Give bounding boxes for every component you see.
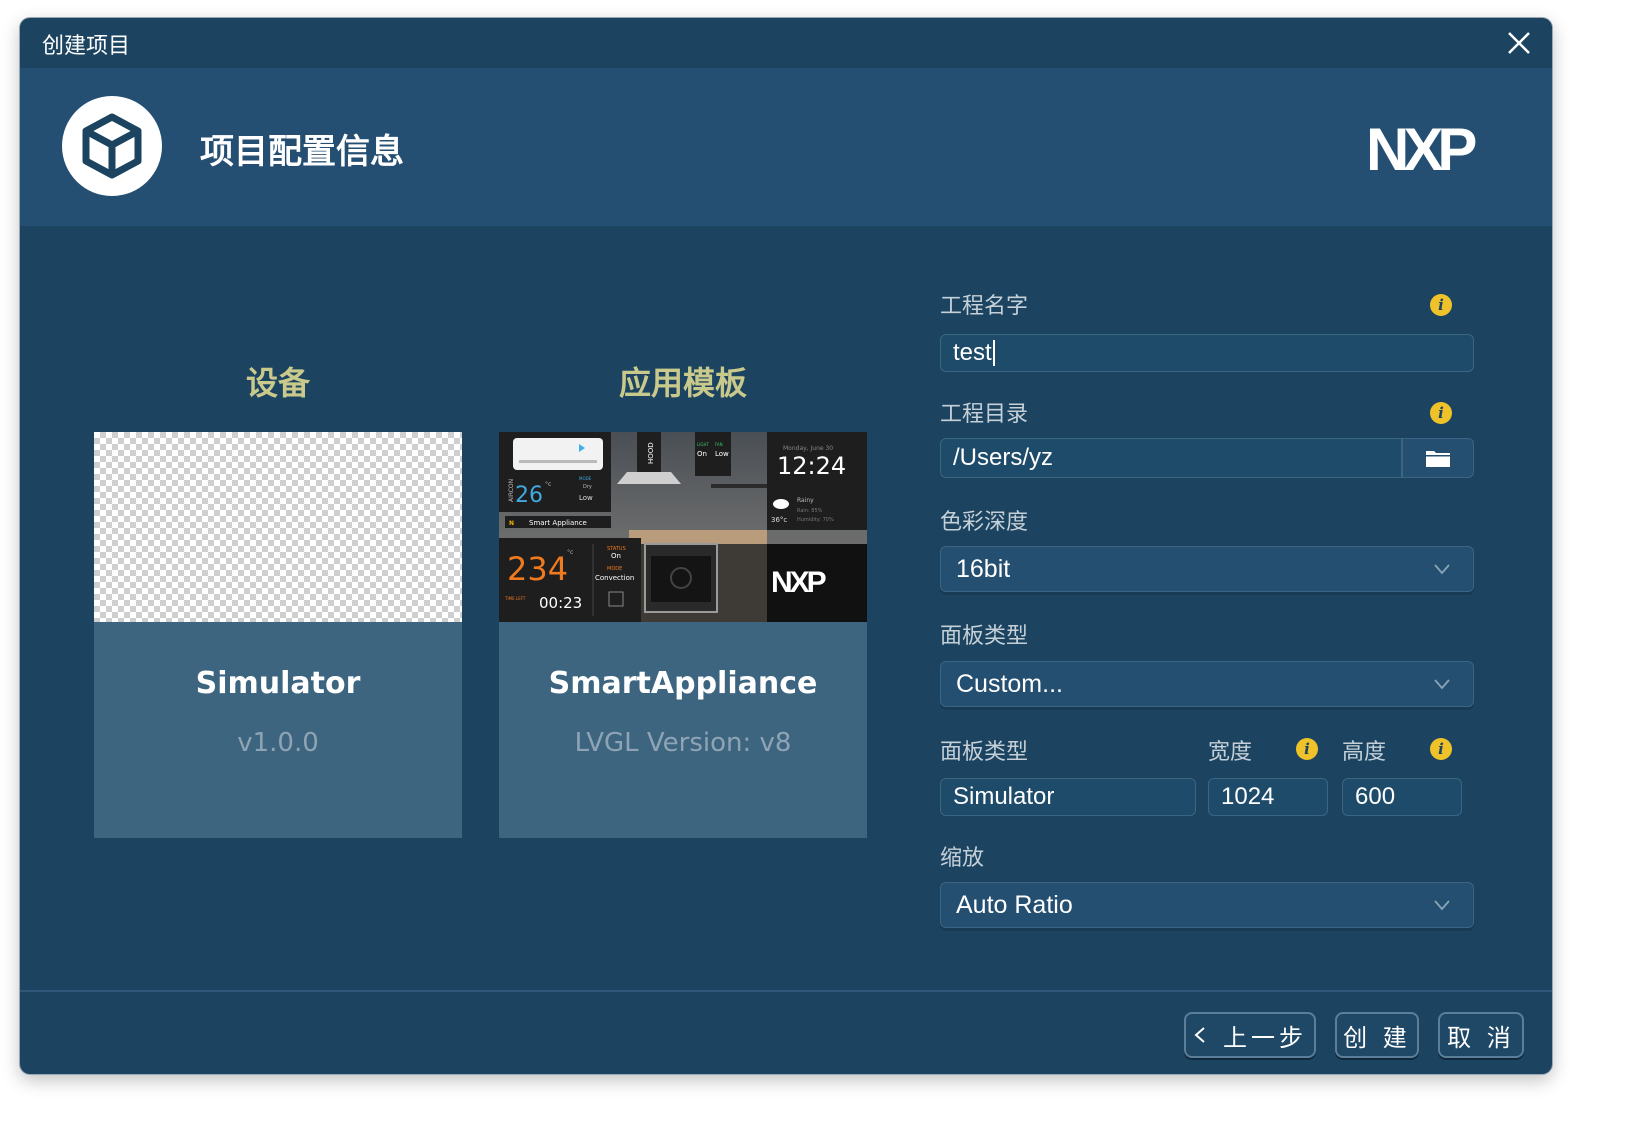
panel-name-value: Simulator <box>953 783 1055 810</box>
device-card-simulator[interactable]: Simulator v1.0.0 <box>94 432 462 838</box>
footer-divider <box>20 990 1552 992</box>
oven-temp: 234 <box>507 550 568 588</box>
height-value: 600 <box>1355 783 1396 810</box>
page-title: 项目配置信息 <box>200 132 404 172</box>
height-info-icon[interactable]: i <box>1430 738 1452 760</box>
brand-strip: Smart Appliance <box>529 519 587 527</box>
width-input[interactable]: 1024 <box>1208 778 1328 816</box>
chevron-left-icon <box>1194 1027 1205 1043</box>
oven-mode-value: Convection <box>595 574 634 582</box>
weather-rain: Rain: 85% <box>797 508 823 514</box>
cube-icon <box>82 113 142 179</box>
hood-fan-value: Low <box>715 450 729 458</box>
clock-time: 12:24 <box>777 452 846 480</box>
width-value: 1024 <box>1221 783 1275 810</box>
create-project-dialog: 创建项目 项目配置信息 NXP 设备 应用模板 Simulator v1.0.0 <box>20 18 1552 1074</box>
aircon-mode-label: MODE <box>579 476 592 481</box>
text-caret <box>992 340 995 366</box>
header-banner: 项目配置信息 NXP <box>20 68 1552 226</box>
scale-select[interactable]: Auto Ratio <box>940 882 1474 928</box>
panel-type-value: Custom... <box>956 669 1063 698</box>
aircon-label: AIRCON <box>508 479 515 502</box>
window-title: 创建项目 <box>42 34 131 59</box>
folder-icon <box>1426 451 1450 467</box>
project-name-input[interactable]: test <box>940 334 1474 372</box>
width-label: 宽度 <box>1208 740 1253 765</box>
time-left-label: TIME LEFT <box>504 596 526 601</box>
project-dir-value: /Users/yz <box>953 444 1054 471</box>
panel-row-label: 面板类型 <box>940 740 1029 765</box>
fan-label: FAN <box>715 442 723 447</box>
height-label: 高度 <box>1342 740 1387 765</box>
title-bar: 创建项目 <box>20 18 1552 68</box>
template-thumbnail: HOOD AIRCON 26 °c MODE Dry Low N Smart A… <box>499 432 867 622</box>
weather-humidity: Humidity: 70% <box>797 517 834 523</box>
project-logo <box>62 96 162 196</box>
width-info-icon[interactable]: i <box>1296 738 1318 760</box>
cancel-label: 取 消 <box>1447 1023 1515 1052</box>
light-value: On <box>697 450 707 458</box>
template-heading: 应用模板 <box>618 364 747 402</box>
device-thumbnail <box>94 432 462 622</box>
browse-folder-button[interactable] <box>1402 438 1474 478</box>
panel-type-label: 面板类型 <box>940 624 1029 649</box>
weather-label: Rainy <box>797 497 814 504</box>
chevron-down-icon <box>1434 679 1450 690</box>
time-left: 00:23 <box>539 594 582 612</box>
previous-step-button[interactable]: 上一步 <box>1184 1012 1316 1058</box>
scale-label: 缩放 <box>940 846 985 871</box>
device-version: v1.0.0 <box>237 728 319 758</box>
hood-label: HOOD <box>647 442 655 464</box>
project-name-info-icon[interactable]: i <box>1430 294 1452 316</box>
smart-appliance-preview: HOOD AIRCON 26 °c MODE Dry Low N Smart A… <box>499 432 867 622</box>
nxp-logo-text: NXP <box>1366 120 1475 176</box>
project-dir-info-icon[interactable]: i <box>1430 402 1452 424</box>
color-depth-select[interactable]: 16bit <box>940 546 1474 592</box>
close-icon[interactable] <box>1502 26 1536 60</box>
status-value: On <box>611 552 621 560</box>
preview-nxp-logo: NXP <box>771 566 826 599</box>
device-name: Simulator <box>195 666 361 701</box>
template-card-smartappliance[interactable]: HOOD AIRCON 26 °c MODE Dry Low N Smart A… <box>499 432 867 838</box>
aircon-fan-value: Low <box>579 494 593 502</box>
project-dir-input[interactable]: /Users/yz <box>940 438 1402 478</box>
chevron-down-icon <box>1434 564 1450 575</box>
svg-text:N: N <box>509 520 514 527</box>
panel-name-input[interactable]: Simulator <box>940 778 1196 816</box>
nxp-logo: NXP <box>1366 120 1481 176</box>
create-label: 创 建 <box>1343 1023 1411 1052</box>
cancel-button[interactable]: 取 消 <box>1438 1012 1524 1058</box>
scale-value: Auto Ratio <box>956 890 1073 919</box>
color-depth-label: 色彩深度 <box>940 510 1029 535</box>
aircon-mode-value: Dry <box>583 484 592 490</box>
project-dir-label: 工程目录 <box>940 402 1029 427</box>
color-depth-value: 16bit <box>956 554 1011 583</box>
template-name: SmartAppliance <box>548 666 818 701</box>
create-button[interactable]: 创 建 <box>1335 1012 1419 1058</box>
aircon-unit: °c <box>545 481 551 488</box>
device-heading: 设备 <box>245 364 310 402</box>
height-input[interactable]: 600 <box>1342 778 1462 816</box>
project-name-value: test <box>953 339 992 366</box>
aircon-temp: 26 <box>515 483 543 508</box>
oven-mode-label: MODE <box>607 566 622 572</box>
previous-step-label: 上一步 <box>1223 1023 1307 1052</box>
clock-date: Monday, June 30 <box>783 445 833 452</box>
template-version: LVGL Version: v8 <box>574 728 792 758</box>
light-label: LIGHT <box>697 442 710 447</box>
outdoor-temp: 36°c <box>771 516 787 524</box>
chevron-down-icon <box>1434 900 1450 911</box>
project-name-label: 工程名字 <box>940 294 1029 319</box>
panel-type-select[interactable]: Custom... <box>940 661 1474 707</box>
oven-unit: °c <box>567 549 573 556</box>
